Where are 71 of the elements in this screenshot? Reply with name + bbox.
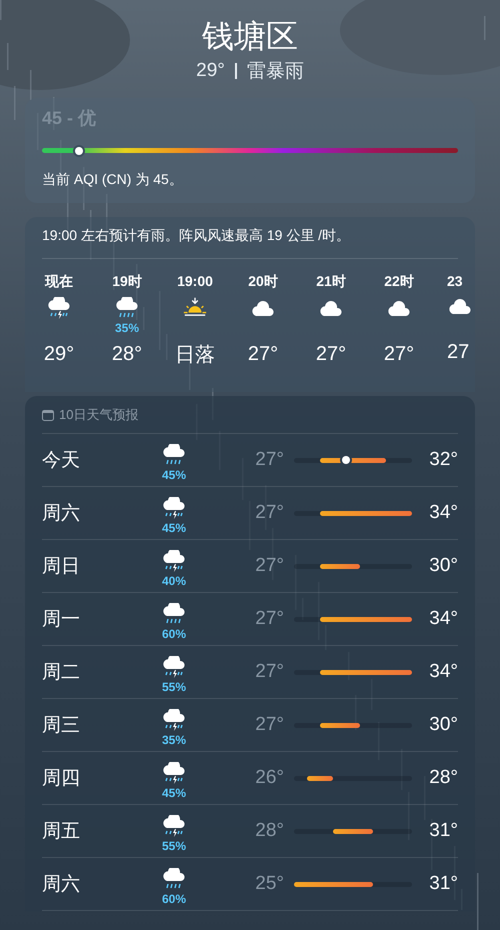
current-temperature: 29° [196,60,225,82]
high-temperature: 30° [428,714,458,736]
day-label: 周五 [42,820,81,844]
precipitation-chance: 45% [162,786,186,800]
high-temperature: 30° [428,555,458,577]
hour-temperature: 日落 [175,343,215,368]
day-label: 今天 [42,449,81,473]
low-temperature: 26° [254,767,284,789]
low-temperature: 28° [254,820,284,842]
high-temperature: 31° [428,820,458,842]
calendar-icon [42,409,54,421]
temperature-range-bar [333,828,373,834]
thunderstorm-icon [161,815,187,839]
hour-label: 23 [447,273,463,289]
day-label: 周六 [42,873,81,897]
precipitation-chance: 55% [162,839,186,853]
low-temperature: 25° [254,873,284,895]
precipitation-chance: 40% [162,574,186,588]
aqi-description: 当前 AQI (CN) 为 45。 [42,171,184,189]
precipitation-chance: 35% [114,321,140,335]
hour-label: 现在 [45,273,73,291]
current-temperature-marker [342,456,350,464]
thunderstorm-icon [161,762,187,786]
thunderstorm-icon [161,656,187,680]
temperature-range-bar [307,776,334,780]
high-temperature: 34° [428,502,458,524]
location-title: 钱塘区 [202,17,298,56]
hour-temperature: 27 [447,341,470,364]
temperature-range-bar [320,564,360,568]
hourly-summary: 19:00 左右预计有雨。阵风风速最高 19 公里 /时。 [42,227,458,259]
hour-temperature: 28° [112,343,142,366]
low-temperature: 27° [254,608,284,630]
high-temperature: 32° [428,449,458,471]
high-temperature: 34° [428,661,458,683]
temperature-range-bar [320,722,360,728]
thunderstorm-icon [46,297,72,321]
day-label: 周日 [42,555,81,579]
thunderstorm-icon [161,709,187,733]
day-label: 周四 [42,767,81,791]
hour-label: 20时 [248,273,278,291]
thunderstorm-icon [161,550,187,574]
hour-label: 22时 [384,273,414,291]
precipitation-chance: 45% [162,521,186,535]
day-label: 周三 [42,714,81,738]
sunset-icon [182,295,208,319]
low-temperature: 27° [254,449,284,471]
high-temperature: 31° [428,873,458,895]
precipitation-chance: 60% [162,892,186,906]
precipitation-chance: 35% [162,733,186,747]
high-temperature: 28° [428,767,458,789]
low-temperature: 27° [254,714,284,736]
low-temperature: 27° [254,555,284,577]
day-label: 周六 [42,502,81,526]
low-temperature: 27° [254,661,284,683]
precipitation-chance: 60% [162,627,186,641]
high-temperature: 34° [428,608,458,630]
day-label: 周一 [42,608,81,632]
hour-label: 19时 [112,273,142,291]
precipitation-chance: 55% [162,680,186,694]
hour-temperature: 29° [44,343,74,366]
daily-forecast-title: 10日天气预报 [59,406,138,424]
precipitation-chance: 45% [162,468,186,482]
hour-temperature: 27° [316,343,346,366]
hour-label: 19:00 [177,273,213,289]
hour-temperature: 27° [248,343,278,366]
day-label: 周二 [42,661,81,685]
hour-temperature: 27° [384,343,414,366]
hour-label: 21时 [316,273,346,291]
thunderstorm-icon [161,497,187,521]
low-temperature: 27° [254,502,284,524]
current-condition: 雷暴雨 [246,60,304,84]
